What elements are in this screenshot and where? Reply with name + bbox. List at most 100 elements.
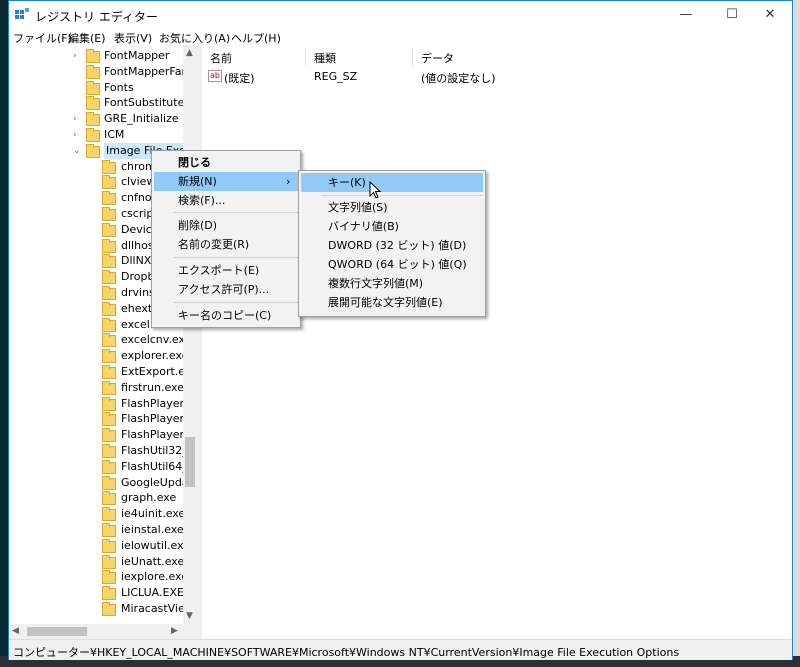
- close-button[interactable]: ✕: [747, 1, 793, 29]
- tree-node[interactable]: FontSubstitutes: [9, 95, 190, 111]
- submenu-string-value[interactable]: 文字列値(S): [328, 198, 388, 217]
- menu-file[interactable]: ファイル(F): [13, 30, 72, 46]
- folder-icon: [102, 175, 116, 190]
- folder-icon: [102, 301, 116, 316]
- value-list: 名前 種類 データ ab (既定) REG_SZ (値の設定なし): [202, 45, 792, 639]
- scroll-left-icon[interactable]: ◀: [12, 626, 19, 636]
- column-divider[interactable]: [412, 47, 413, 67]
- expand-chevron-icon[interactable]: ›: [73, 48, 77, 64]
- value-data: (値の設定なし): [421, 72, 496, 85]
- submenu-multi-string-value[interactable]: 複数行文字列値(M): [328, 274, 423, 293]
- tree-child-node[interactable]: firstrun.exe: [9, 380, 184, 396]
- tree-child-node[interactable]: FlashPlayerA: [9, 396, 192, 412]
- tree-child-node[interactable]: graph.exe: [9, 490, 184, 506]
- tree-child-node[interactable]: GoogleUpdat: [9, 475, 193, 491]
- submenu-expandable-string-value[interactable]: 展開可能な文字列値(E): [328, 293, 443, 312]
- tree-child-node[interactable]: MiracastView: [9, 601, 194, 617]
- submenu-qword-value[interactable]: QWORD (64 ビット) 値(Q): [328, 255, 467, 274]
- ctx-rename[interactable]: 名前の変更(R): [178, 235, 249, 254]
- tree-vertical-scrollbar[interactable]: ▲ ▼: [183, 45, 197, 624]
- folder-icon: [102, 222, 116, 237]
- menu-help[interactable]: ヘルプ(H): [231, 30, 281, 46]
- folder-icon: [102, 444, 116, 458]
- tree-horizontal-scrollbar[interactable]: ◀ ▶: [9, 624, 197, 639]
- folder-icon: [102, 207, 116, 221]
- ctx-delete[interactable]: 削除(D): [178, 216, 217, 235]
- window-title: レジストリ エディター: [35, 10, 158, 24]
- tree-node-label: iexplore.exe: [121, 570, 188, 584]
- tree-scroll-thumb[interactable]: [185, 437, 195, 487]
- minimize-button[interactable]: —: [663, 1, 709, 29]
- menu-favorites[interactable]: お気に入り(A): [159, 30, 230, 46]
- tree-child-node[interactable]: ExtExport.exe: [9, 364, 197, 380]
- divider: [321, 195, 483, 196]
- folder-icon: [102, 159, 116, 174]
- folder-icon: [102, 333, 116, 348]
- tree-child-node[interactable]: ieUnatt.exe: [9, 554, 184, 570]
- submenu-dword-value[interactable]: DWORD (32 ビット) 値(D): [328, 236, 466, 255]
- tree-child-node[interactable]: ieinstal.exe: [9, 522, 184, 538]
- tree-child-node[interactable]: excelcnv.exe: [9, 332, 191, 348]
- scroll-up-icon[interactable]: ▲: [186, 48, 193, 58]
- menu-view[interactable]: 表示(V): [114, 30, 152, 46]
- expand-chevron-icon[interactable]: ›: [73, 127, 77, 143]
- folder-icon: [86, 112, 100, 127]
- tree-node-label: Fonts: [104, 80, 134, 94]
- registry-editor-icon: [15, 8, 29, 19]
- tree-child-node[interactable]: FlashUtil32_2: [9, 443, 195, 459]
- submenu-binary-value[interactable]: バイナリ値(B): [328, 217, 399, 236]
- tree-node[interactable]: Fonts: [9, 80, 184, 96]
- folder-icon: [102, 270, 116, 285]
- folder-icon: [102, 365, 116, 379]
- expand-chevron-icon[interactable]: ›: [73, 111, 77, 127]
- ctx-find[interactable]: 検索(F)...: [178, 191, 225, 210]
- tree-child-node[interactable]: FlashUtil64_2: [9, 459, 195, 475]
- tree-node[interactable]: FontMapperFam: [9, 64, 192, 80]
- scroll-down-icon[interactable]: ▼: [186, 611, 193, 621]
- tree-node-label: cnfno: [121, 191, 152, 205]
- tree-node-label: FlashPlayerU: [121, 428, 193, 442]
- desktop-left-edge: [0, 0, 8, 667]
- header-data[interactable]: データ: [421, 50, 454, 66]
- header-name[interactable]: 名前: [210, 50, 232, 66]
- ctx-copy-key-name[interactable]: キー名のコピー(C): [178, 306, 271, 325]
- folder-icon: [102, 538, 116, 553]
- tree-child-node[interactable]: ielowutil.exe: [9, 538, 190, 554]
- tree-child-node[interactable]: LICLUA.EXE: [9, 585, 184, 601]
- submenu-key-label: キー(K): [328, 176, 366, 189]
- folder-icon: [102, 602, 116, 616]
- tree-child-node[interactable]: FlashPlayerPl: [9, 411, 194, 427]
- ctx-permissions[interactable]: アクセス許可(P)...: [178, 280, 269, 299]
- tree-node[interactable]: › FontMapper: [9, 48, 184, 64]
- folder-icon: [102, 475, 116, 490]
- ctx-new-label: 新規(N): [178, 175, 217, 188]
- tree-child-node[interactable]: ie4uinit.exe: [9, 506, 185, 522]
- tree-child-node[interactable]: FlashPlayerU: [9, 427, 192, 443]
- folder-icon: [86, 128, 100, 142]
- folder-icon: [86, 80, 100, 95]
- tree-child-node[interactable]: explorer.exe: [9, 348, 188, 364]
- folder-icon: [102, 523, 116, 537]
- tree-node[interactable]: › GRE_Initialize: [9, 111, 184, 127]
- ctx-close[interactable]: 閉じる: [178, 153, 211, 172]
- menu-bar: ファイル(F) 編集(E) 表示(V) お気に入り(A) ヘルプ(H): [9, 29, 792, 45]
- submenu-arrow-icon: ›: [286, 175, 291, 188]
- submenu-key[interactable]: キー(K): [301, 173, 483, 192]
- tree-node-label: LICLUA.EXE: [121, 586, 184, 600]
- scroll-right-icon[interactable]: ▶: [171, 626, 178, 636]
- collapse-chevron-icon[interactable]: ⌄: [73, 143, 81, 159]
- tree-child-node[interactable]: iexplore.exe: [9, 569, 188, 585]
- divider: [174, 257, 298, 258]
- folder-icon: [102, 349, 116, 364]
- tree-hscroll-thumb[interactable]: [27, 627, 87, 636]
- tree-node[interactable]: › ICM: [9, 127, 184, 143]
- menu-edit[interactable]: 編集(E): [68, 30, 106, 46]
- column-divider[interactable]: [305, 47, 306, 67]
- tree-node-label: excel.: [121, 317, 154, 331]
- ctx-new[interactable]: 新規(N) ›: [154, 172, 298, 191]
- header-type[interactable]: 種類: [314, 50, 336, 66]
- ctx-export[interactable]: エクスポート(E): [178, 261, 259, 280]
- folder-icon: [102, 317, 116, 332]
- registry-tree[interactable]: › FontMapper FontMapperFam Fonts FontSubstit…: [9, 45, 197, 639]
- tree-node-label: drvins: [121, 286, 155, 299]
